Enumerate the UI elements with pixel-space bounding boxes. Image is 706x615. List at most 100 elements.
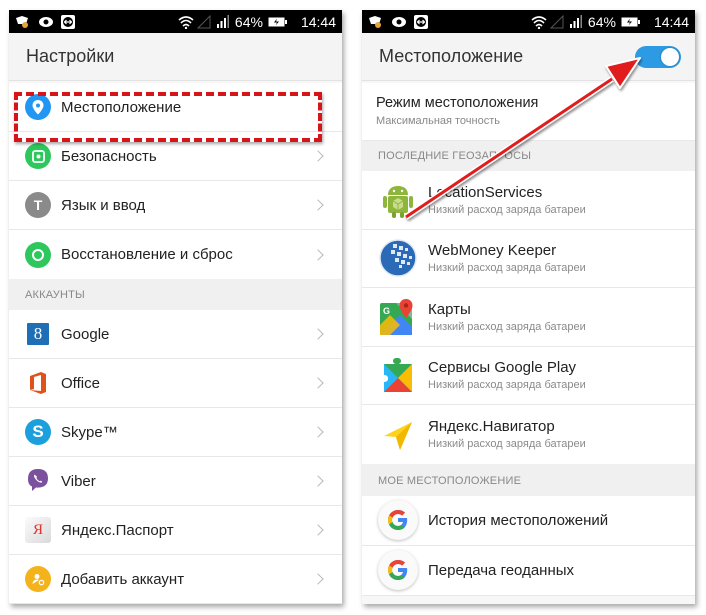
toggle-knob	[661, 48, 679, 66]
settings-item-security[interactable]: Безопасность	[9, 132, 342, 181]
yandex-navigator-icon	[378, 414, 418, 454]
recent-app-item[interactable]: Сервисы Google Play Низкий расход заряда…	[362, 346, 695, 405]
app-battery-usage: Низкий расход заряда батареи	[428, 203, 586, 216]
add-account-icon	[25, 566, 51, 592]
settings-item-label: Язык и ввод	[61, 196, 146, 214]
recent-requests-header: ПОСЛЕДНИЕ ГЕОЗАПРОСЫ	[362, 141, 695, 171]
no-signal-icon	[196, 14, 211, 29]
account-label: Office	[61, 374, 100, 392]
recent-app-item[interactable]: WebMoney Keeper Низкий расход заряда бат…	[362, 229, 695, 288]
battery-charging-icon	[621, 15, 641, 29]
settings-item-label: Восстановление и сброс	[61, 246, 233, 263]
settings-screen: 64% 14:44 Настройки Местоположение Безоп…	[9, 10, 342, 604]
recent-app-item[interactable]: LocationServices Низкий расход заряда ба…	[362, 171, 695, 230]
location-mode-title: Режим местоположения	[376, 95, 539, 111]
location-toggle[interactable]	[635, 46, 681, 68]
chevron-right-icon	[312, 377, 324, 389]
chevron-right-icon	[312, 199, 324, 211]
add-account-button[interactable]: Добавить аккаунт	[9, 555, 342, 604]
eye-icon	[391, 15, 406, 29]
settings-item-language[interactable]: T Язык и ввод	[9, 181, 342, 230]
battery-percent: 64%	[234, 13, 263, 30]
google-play-services-icon	[378, 355, 418, 395]
location-mode-value: Максимальная точность	[376, 115, 501, 127]
chevron-right-icon	[312, 248, 324, 261]
accounts-section-header: АККАУНТЫ	[9, 279, 342, 310]
account-item-google[interactable]: 8 Google	[9, 310, 342, 359]
location-sharing-item[interactable]: Передача геоданных	[362, 545, 695, 596]
account-label: Viber	[61, 472, 96, 490]
chevron-right-icon	[312, 328, 324, 340]
chevron-right-icon	[312, 573, 324, 585]
wifi-icon	[178, 15, 194, 29]
eye-icon	[38, 15, 53, 29]
app-name: Яндекс.Навигатор	[428, 418, 555, 436]
recent-app-item[interactable]: G Карты Низкий расход заряда батареи	[362, 288, 695, 347]
app-notification-icon	[15, 15, 29, 29]
chevron-right-icon	[312, 150, 324, 162]
svg-text:G: G	[383, 306, 390, 316]
settings-item-label: Местоположение	[61, 98, 182, 116]
teamviewer-icon	[414, 14, 428, 29]
location-pin-icon	[25, 94, 51, 120]
account-label: Google	[61, 325, 110, 343]
account-item-skype[interactable]: S Skype™	[9, 408, 342, 457]
clock: 14:44	[300, 13, 336, 30]
account-label: Добавить аккаунт	[61, 570, 185, 588]
webmoney-icon	[378, 238, 418, 278]
account-label: Skype™	[61, 423, 118, 441]
app-battery-usage: Низкий расход заряда батареи	[428, 438, 586, 451]
location-history-item[interactable]: История местоположений	[362, 495, 695, 546]
google-g-icon	[378, 550, 418, 590]
settings-item-backup-reset[interactable]: Восстановление и сброс	[9, 230, 342, 279]
no-signal-icon	[549, 14, 564, 29]
backup-reset-icon	[25, 241, 51, 268]
app-name: LocationServices	[428, 183, 543, 201]
wifi-icon	[531, 15, 547, 29]
google-account-icon: 8	[27, 323, 49, 345]
teamviewer-icon	[61, 14, 75, 29]
app-notification-icon	[368, 15, 382, 29]
page-title-text: Настройки	[26, 46, 115, 66]
app-battery-usage: Низкий расход заряда батареи	[428, 262, 586, 275]
cell-signal-icon	[216, 14, 230, 29]
location-mode-item[interactable]: Режим местоположения Максимальная точнос…	[362, 83, 695, 141]
location-title-bar: Местоположение	[362, 33, 695, 81]
security-icon	[25, 143, 51, 169]
clock: 14:44	[653, 13, 689, 30]
account-label: Яндекс.Паспорт	[61, 521, 174, 539]
location-screen: 64% 14:44 Местоположение Режим местополо…	[362, 10, 695, 604]
cell-signal-icon	[569, 14, 583, 29]
settings-item-label: Безопасность	[61, 147, 157, 165]
app-name: WebMoney Keeper	[428, 242, 557, 260]
office-icon	[25, 370, 51, 396]
my-location-item-label: История местоположений	[428, 511, 609, 529]
settings-item-location[interactable]: Местоположение	[9, 83, 342, 132]
account-item-viber[interactable]: Viber	[9, 457, 342, 506]
yandex-passport-icon: Я	[25, 517, 51, 543]
my-location-header: МОЕ МЕСТОПОЛОЖЕНИЕ	[362, 463, 695, 496]
recent-app-item[interactable]: Яндекс.Навигатор Низкий расход заряда ба…	[362, 405, 695, 464]
skype-icon: S	[25, 419, 51, 445]
page-title: Местоположение	[379, 46, 524, 66]
google-maps-icon: G	[378, 297, 418, 337]
battery-percent: 64%	[587, 13, 616, 30]
status-bar: 64% 14:44	[9, 10, 342, 33]
android-icon	[378, 180, 418, 220]
google-g-icon	[378, 500, 418, 540]
chevron-right-icon	[312, 524, 324, 536]
app-name: Сервисы Google Play	[428, 359, 577, 377]
battery-charging-icon	[268, 15, 288, 29]
app-battery-usage: Низкий расход заряда батареи	[428, 379, 586, 392]
chevron-right-icon	[312, 426, 324, 438]
my-location-item-label: Передача геоданных	[428, 561, 575, 579]
app-name: Карты	[428, 300, 471, 318]
language-icon: T	[25, 192, 51, 218]
page-title: Настройки	[9, 33, 342, 81]
app-battery-usage: Низкий расход заряда батареи	[428, 320, 586, 333]
chevron-right-icon	[312, 475, 324, 487]
viber-icon	[25, 468, 51, 494]
status-bar: 64% 14:44	[362, 10, 695, 33]
account-item-office[interactable]: Office	[9, 359, 342, 408]
account-item-yandex-passport[interactable]: Я Яндекс.Паспорт	[9, 506, 342, 555]
